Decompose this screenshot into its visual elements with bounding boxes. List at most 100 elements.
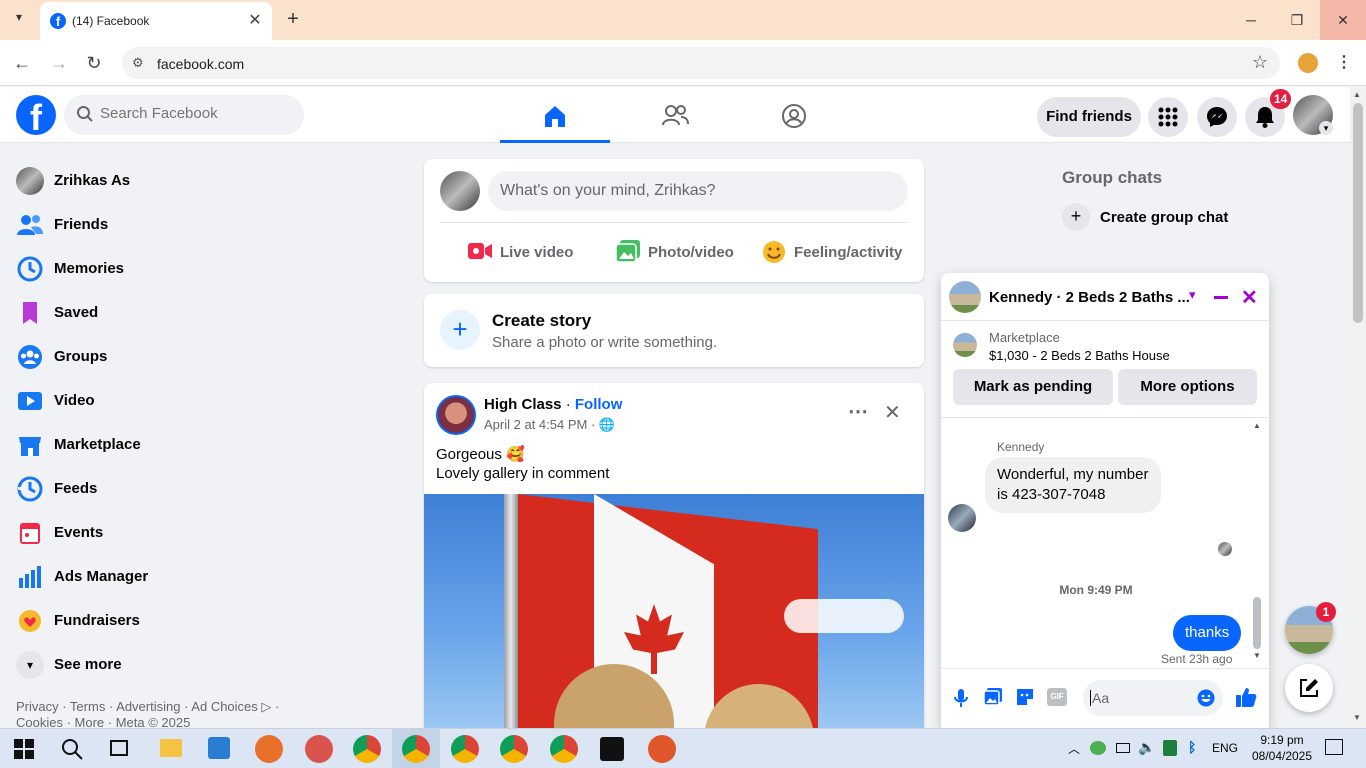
find-friends-button[interactable]: Find friends: [1037, 97, 1141, 137]
post-author-name[interactable]: High Class: [484, 396, 562, 413]
sender-avatar[interactable]: [948, 504, 976, 532]
clock[interactable]: 9:19 pm 08/04/2025: [1246, 732, 1318, 764]
scrollbar-thumb[interactable]: [1353, 103, 1363, 323]
windows-start-icon[interactable]: [14, 739, 34, 759]
network-tray-icon[interactable]: [1090, 741, 1106, 755]
more-options-button[interactable]: More options: [1118, 369, 1257, 405]
bookmark-star-icon[interactable]: ☆: [1252, 52, 1268, 73]
browser-menu-icon[interactable]: ⋮: [1336, 52, 1352, 72]
sidebar-item-marketplace[interactable]: Marketplace: [16, 423, 396, 467]
page-scrollbar[interactable]: ▲ ▼: [1350, 87, 1366, 728]
restore-window-button[interactable]: ❐: [1274, 0, 1320, 40]
sidebar-item-feeds[interactable]: Feeds: [16, 467, 396, 511]
nav-home-tab[interactable]: [500, 95, 610, 143]
search-box[interactable]: [64, 95, 304, 135]
minimize-window-button[interactable]: ─: [1228, 0, 1274, 40]
sidebar-item-ads-manager[interactable]: Ads Manager: [16, 555, 396, 599]
mark-as-pending-button[interactable]: Mark as pending: [953, 369, 1113, 405]
incoming-message[interactable]: Wonderful, my number is 423-307-7048: [985, 457, 1161, 513]
scrollbar-up-arrow[interactable]: ▲: [1353, 90, 1361, 99]
sidebar-item-fundraisers[interactable]: Fundraisers: [16, 599, 396, 643]
sidebar-item-memories[interactable]: Memories: [16, 247, 396, 291]
post-more-options-icon[interactable]: ⋯: [848, 399, 868, 424]
chat-options-chevron-icon[interactable]: ▾: [1189, 287, 1196, 303]
address-bar[interactable]: ⚙ facebook.com ☆: [122, 47, 1280, 79]
attach-image-icon[interactable]: [983, 687, 1003, 707]
search-input[interactable]: [100, 105, 290, 122]
forward-button[interactable]: →: [46, 50, 72, 76]
taskbar-search-icon[interactable]: [60, 737, 84, 761]
message-input-box[interactable]: Aa: [1083, 680, 1223, 716]
sidebar-item-friends[interactable]: Friends: [16, 203, 396, 247]
file-explorer-icon[interactable]: [160, 739, 182, 757]
show-hidden-icons-icon[interactable]: ︿: [1068, 740, 1080, 757]
tab-search-button[interactable]: ▾: [8, 10, 30, 32]
sidebar-footer-links[interactable]: Privacy · Terms · Advertising · Ad Choic…: [16, 699, 296, 731]
language-indicator[interactable]: ENG: [1212, 741, 1238, 755]
outgoing-message[interactable]: thanks: [1173, 615, 1242, 651]
notification-center-icon[interactable]: [1325, 739, 1343, 755]
task-view-icon[interactable]: [110, 740, 128, 756]
microphone-icon[interactable]: [952, 688, 970, 708]
menu-grid-button[interactable]: [1148, 97, 1188, 137]
chat-house-avatar[interactable]: [949, 281, 981, 313]
new-message-button[interactable]: [1285, 664, 1333, 712]
taskbar-app-icon-4[interactable]: [648, 735, 676, 763]
groups-nav-icon: [782, 104, 806, 128]
chat-scroll-thumb[interactable]: [1253, 597, 1261, 649]
profile-icon[interactable]: [1298, 53, 1318, 73]
chrome-taskbar-icon-4[interactable]: [500, 735, 528, 763]
chrome-taskbar-icon-3[interactable]: [451, 735, 479, 763]
minimize-chat-icon[interactable]: [1214, 296, 1228, 299]
sidebar-item-video[interactable]: Video: [16, 379, 396, 423]
bell-icon: [1256, 107, 1274, 128]
active-app-highlight[interactable]: [392, 729, 440, 768]
chat-title[interactable]: Kennedy · 2 Beds 2 Baths ...: [989, 289, 1190, 306]
messenger-button[interactable]: [1197, 97, 1237, 137]
nav-friends-tab[interactable]: [620, 95, 730, 143]
close-window-button[interactable]: ✕: [1320, 0, 1366, 40]
site-info-icon[interactable]: ⚙: [132, 55, 144, 71]
scrollbar-down-arrow[interactable]: ▼: [1353, 713, 1361, 722]
sidebar-item-groups[interactable]: Groups: [16, 335, 396, 379]
chat-scroll-up-arrow[interactable]: ▲: [1253, 421, 1261, 430]
reload-button[interactable]: ↻: [81, 50, 107, 76]
listing-title[interactable]: $1,030 - 2 Beds 2 Baths House: [989, 348, 1170, 363]
taskbar-app-icon-3[interactable]: [600, 737, 624, 761]
post-image[interactable]: [424, 494, 924, 728]
composer-avatar[interactable]: [440, 171, 480, 211]
post-timestamp[interactable]: April 2 at 4:54 PM: [484, 417, 587, 432]
chrome-taskbar-icon-1[interactable]: [353, 735, 381, 763]
bluetooth-tray-icon[interactable]: ᛒ: [1188, 739, 1196, 755]
battery-tray-icon[interactable]: [1116, 743, 1130, 753]
chat-scroll-down-arrow[interactable]: ▼: [1253, 651, 1261, 660]
emoji-icon[interactable]: [1197, 689, 1215, 707]
sidebar-item-events[interactable]: Events: [16, 511, 396, 555]
volume-tray-icon[interactable]: 🔈: [1138, 739, 1155, 756]
security-tray-icon[interactable]: [1163, 740, 1177, 756]
thumbs-up-icon[interactable]: [1235, 686, 1257, 708]
post-close-icon[interactable]: ✕: [884, 400, 901, 425]
taskbar-app-icon-1[interactable]: [255, 735, 283, 763]
composer-input[interactable]: What's on your mind, Zrihkas?: [488, 171, 908, 211]
post-author-avatar[interactable]: [436, 395, 476, 435]
close-chat-icon[interactable]: ✕: [1241, 285, 1258, 310]
nav-groups-tab[interactable]: [739, 95, 849, 143]
store-icon[interactable]: [208, 737, 230, 759]
new-tab-button[interactable]: +: [282, 8, 304, 30]
sidebar-item-saved[interactable]: Saved: [16, 291, 396, 335]
create-group-chat-button[interactable]: + Create group chat: [1062, 203, 1262, 233]
close-tab-icon[interactable]: ✕: [246, 10, 264, 30]
follow-link[interactable]: Follow: [575, 396, 623, 413]
sticker-icon[interactable]: [1015, 687, 1035, 707]
taskbar-app-icon-2[interactable]: [305, 735, 333, 763]
browser-tab-facebook[interactable]: f (14) Facebook ✕: [40, 2, 272, 40]
create-story-card[interactable]: + Create story Share a photo or write so…: [424, 294, 924, 367]
sidebar-see-more[interactable]: ▾ See more: [16, 643, 396, 687]
chrome-taskbar-icon-5[interactable]: [550, 735, 578, 763]
facebook-logo-icon[interactable]: f: [16, 95, 56, 135]
back-button[interactable]: ←: [9, 50, 35, 76]
sidebar-item-profile[interactable]: Zrihkas As: [16, 159, 396, 203]
chat-scrollbar[interactable]: ▲ ▼: [1251, 419, 1263, 665]
gif-icon[interactable]: GIF: [1047, 688, 1067, 706]
